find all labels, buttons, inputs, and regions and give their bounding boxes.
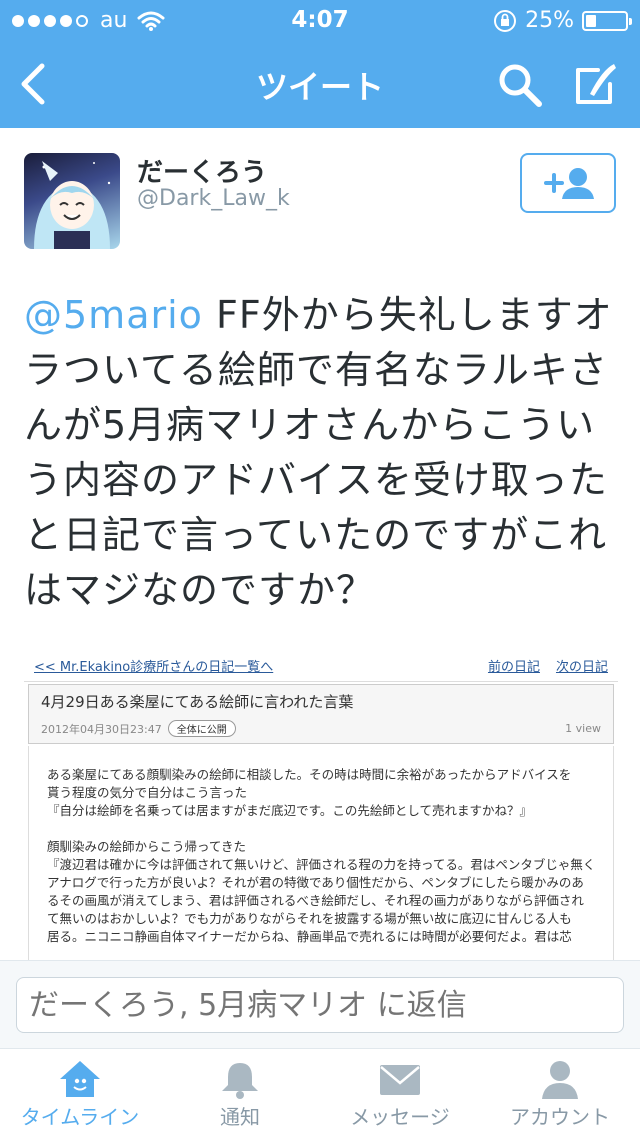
diary-line: て無いのはおかしいよ？でも力がありながらそれを披露する場が無い故に底辺に甘んじる… [47,911,572,926]
image-back-link: << Mr.Ekakino診療所さんの日記一覧へ [34,660,274,675]
person-icon [542,1061,578,1099]
battery-icon [582,10,632,31]
search-icon[interactable] [497,62,543,108]
tab-account[interactable]: アカウント [480,1049,640,1136]
tab-bar: タイムライン 通知 メッセージ アカウント [0,1048,640,1136]
battery-percent: 25% [525,8,574,33]
reply-bar [0,960,640,1048]
bell-icon [222,1063,258,1099]
diary-title: 4月29日ある楽屋にてある絵師に言われた言葉 [41,693,354,711]
status-right: 25% [493,8,632,33]
avatar[interactable] [24,153,120,249]
diary-spacer [47,820,595,838]
diary-line: ある楽屋にてある顔馴染みの絵師に相談した。その時は時間に余裕があったからアドバイ… [47,767,572,782]
avatar-image [34,161,111,249]
reply-input[interactable] [16,977,624,1033]
rotation-lock-icon [494,9,517,32]
add-user-icon [544,168,594,199]
image-prev-link: 前の日記 [487,660,540,675]
diary-line: 顔馴染みの絵師からこう帰ってきた [47,839,247,854]
diary-line: 『自分は絵師を名乗っては居ますがまだ底辺です。この先絵師として売れますかね？』 [47,803,533,818]
diary-meta: 2012年04月30日23:47 全体に公開 1 view [41,720,601,737]
tab-notifications[interactable]: 通知 [160,1049,320,1136]
diary-line: 居る。ニコニコ静画自体マイナーだからね、静画単品で売れるには時間が必要何だよ。君… [47,929,572,944]
diary-line: 貰う程度の気分で自分はこう言った [47,785,248,800]
status-bar: au 4:07 25% [0,0,640,40]
visibility-badge: 全体に公開 [167,720,236,737]
mention-link[interactable]: @5mario [24,293,203,337]
tab-timeline[interactable]: タイムライン [0,1049,160,1136]
image-nav: << Mr.Ekakino診療所さんの日記一覧へ 前の日記 次の日記 [24,650,618,682]
tab-messages[interactable]: メッセージ [320,1049,480,1136]
tab-label: メッセージ [350,1105,450,1129]
diary-title-box: 4月29日ある楽屋にてある絵師に言われた言葉 2012年04月30日23:47 … [28,684,614,744]
tab-label: 通知 [220,1105,260,1129]
tab-label: アカウント [510,1105,610,1129]
tab-label: タイムライン [20,1105,140,1129]
user-handle[interactable]: @Dark_Law_k [137,186,290,211]
battery-fill [586,14,596,27]
diary-line: アナログで行った方が良いよ？それが君の特徴であり個性だから、ペンタブにしたら暖か… [47,875,584,890]
view-count: 1 view [565,722,601,735]
diary-date: 2012年04月30日23:47 [41,722,162,736]
page-title: ツイート [255,68,384,106]
tweet-body: FF外から失礼しますオラついてる絵師で有名なラルキさんが5月病マリオさんからこう… [24,293,613,612]
diary-line: るその画風が消えてしまう、君は評価されるべき絵師だし、それ程の画力がありながら評… [47,893,584,908]
tweet-text: @5mario FF外から失礼しますオラついてる絵師で有名なラルキさんが5月病マ… [24,288,624,618]
compose-icon[interactable] [572,60,620,108]
nav-bar: ツイート [0,40,640,128]
attached-image[interactable]: << Mr.Ekakino診療所さんの日記一覧へ 前の日記 次の日記 4月29日… [24,650,618,960]
diary-body: ある楽屋にてある顔馴染みの絵師に相談した。その時は時間に余裕があったからアドバイ… [28,746,614,960]
envelope-icon [380,1065,420,1095]
follow-button[interactable] [520,153,616,213]
diary-line: 『渡辺君は確かに今は評価されて無いけど、評価される程の力を持ってる。君はペンタブ… [47,857,595,872]
image-nav-right: 前の日記 次の日記 [488,656,608,675]
image-next-link: 次の日記 [555,660,608,675]
home-icon [60,1061,100,1097]
user-name[interactable]: だーくろう [137,152,267,189]
